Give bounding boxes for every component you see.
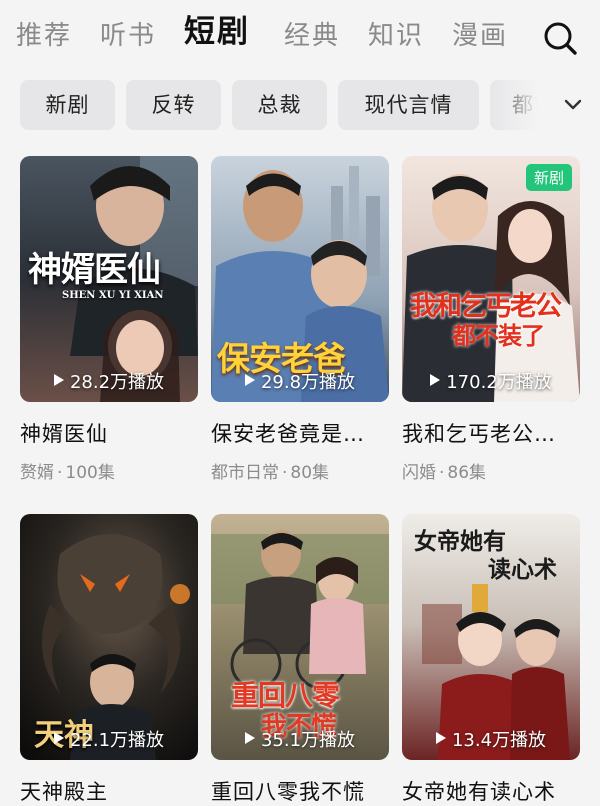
drama-tag: 都市日常 (211, 463, 279, 483)
episode-count: 86集 (447, 463, 487, 483)
episode-count: 100集 (65, 463, 115, 483)
drama-card[interactable]: 女帝她有 读心术 13.4万播放 女帝她有读心术 (402, 514, 580, 806)
play-count: 22.1万播放 (20, 726, 198, 752)
drama-title[interactable]: 保安老爸竟是… (211, 418, 389, 448)
play-count: 170.2万播放 (402, 368, 580, 394)
new-badge: 新剧 (525, 164, 572, 191)
drama-meta: 闪婚 · 86集 (402, 463, 487, 483)
play-count-text: 35.1万播放 (260, 730, 356, 751)
chip-modern-romance[interactable]: 现代言情 (338, 80, 479, 130)
expand-filters-button[interactable] (556, 88, 590, 122)
play-count: 28.2万播放 (20, 368, 198, 394)
drama-card[interactable]: 天神 22.1万播放 天神殿主 (20, 514, 198, 806)
poster-title: 神婿医仙 (28, 250, 161, 290)
drama-poster[interactable]: 女帝她有 读心术 13.4万播放 (402, 514, 580, 760)
play-count: 35.1万播放 (211, 726, 389, 752)
play-count-text: 22.1万播放 (69, 730, 165, 751)
tab-recommend[interactable]: 推荐 (16, 16, 72, 56)
drama-tag: 赘婿 (20, 463, 54, 483)
play-icon (244, 732, 255, 744)
chip-reversal[interactable]: 反转 (126, 80, 221, 130)
drama-poster[interactable]: 天神 22.1万播放 (20, 514, 198, 760)
poster-subtitle: 都不装了 (452, 322, 545, 350)
play-count-text: 28.2万播放 (69, 372, 165, 393)
play-icon (430, 374, 441, 386)
chip-ceo[interactable]: 总裁 (232, 80, 327, 130)
drama-poster[interactable]: 重回八零 我不慌 35.1万播放 (211, 514, 389, 760)
tab-knowledge[interactable]: 知识 (368, 16, 424, 56)
drama-title[interactable]: 女帝她有读心术 (402, 776, 580, 806)
poster-subtitle: 读心术 (488, 556, 557, 583)
tab-short-drama[interactable]: 短剧 (184, 12, 250, 52)
play-icon (435, 732, 446, 744)
play-icon (53, 374, 64, 386)
drama-title[interactable]: 我和乞丐老公… (402, 418, 580, 448)
play-count-text: 170.2万播放 (446, 372, 552, 393)
tab-audiobook[interactable]: 听书 (100, 16, 156, 56)
poster-subtitle: SHEN XU YI XIAN (62, 290, 164, 301)
play-count: 29.8万播放 (211, 368, 389, 394)
chevron-down-icon (564, 99, 582, 110)
search-button[interactable] (540, 18, 580, 58)
drama-tag: 闪婚 (402, 463, 436, 483)
drama-meta: 赘婿 · 100集 (20, 463, 115, 483)
play-count: 13.4万播放 (402, 726, 580, 752)
tab-comics[interactable]: 漫画 (452, 16, 508, 56)
drama-poster[interactable]: 神婿医仙 SHEN XU YI XIAN 28.2万播放 (20, 156, 198, 402)
drama-card[interactable]: 我和乞丐老公 都不装了 新剧 170.2万播放 我和乞丐老公… 闪婚 · 86集 (402, 156, 580, 483)
play-count-text: 29.8万播放 (260, 372, 356, 393)
play-icon (244, 374, 255, 386)
drama-card[interactable]: 保安老爸 29.8万播放 保安老爸竟是… 都市日常 · 80集 (211, 156, 389, 483)
chip-new[interactable]: 新剧 (20, 80, 115, 130)
tab-classic[interactable]: 经典 (284, 16, 340, 56)
poster-art (402, 156, 580, 402)
drama-meta: 都市日常 · 80集 (211, 463, 330, 483)
episode-count: 80集 (290, 463, 330, 483)
drama-poster[interactable]: 保安老爸 29.8万播放 (211, 156, 389, 402)
play-count-text: 13.4万播放 (451, 730, 547, 751)
search-icon (544, 22, 577, 55)
drama-title[interactable]: 重回八零我不慌 (211, 776, 389, 806)
drama-card[interactable]: 重回八零 我不慌 35.1万播放 重回八零我不慌 (211, 514, 389, 806)
drama-poster[interactable]: 我和乞丐老公 都不装了 新剧 170.2万播放 (402, 156, 580, 402)
drama-title[interactable]: 神婿医仙 (20, 418, 198, 448)
drama-card[interactable]: 神婿医仙 SHEN XU YI XIAN 28.2万播放 神婿医仙 赘婿 · 100… (20, 156, 198, 483)
play-icon (53, 732, 64, 744)
top-tab-bar: 推荐 听书 短剧 经典 知识 漫画 (0, 0, 600, 72)
drama-title[interactable]: 天神殿主 (20, 776, 198, 806)
